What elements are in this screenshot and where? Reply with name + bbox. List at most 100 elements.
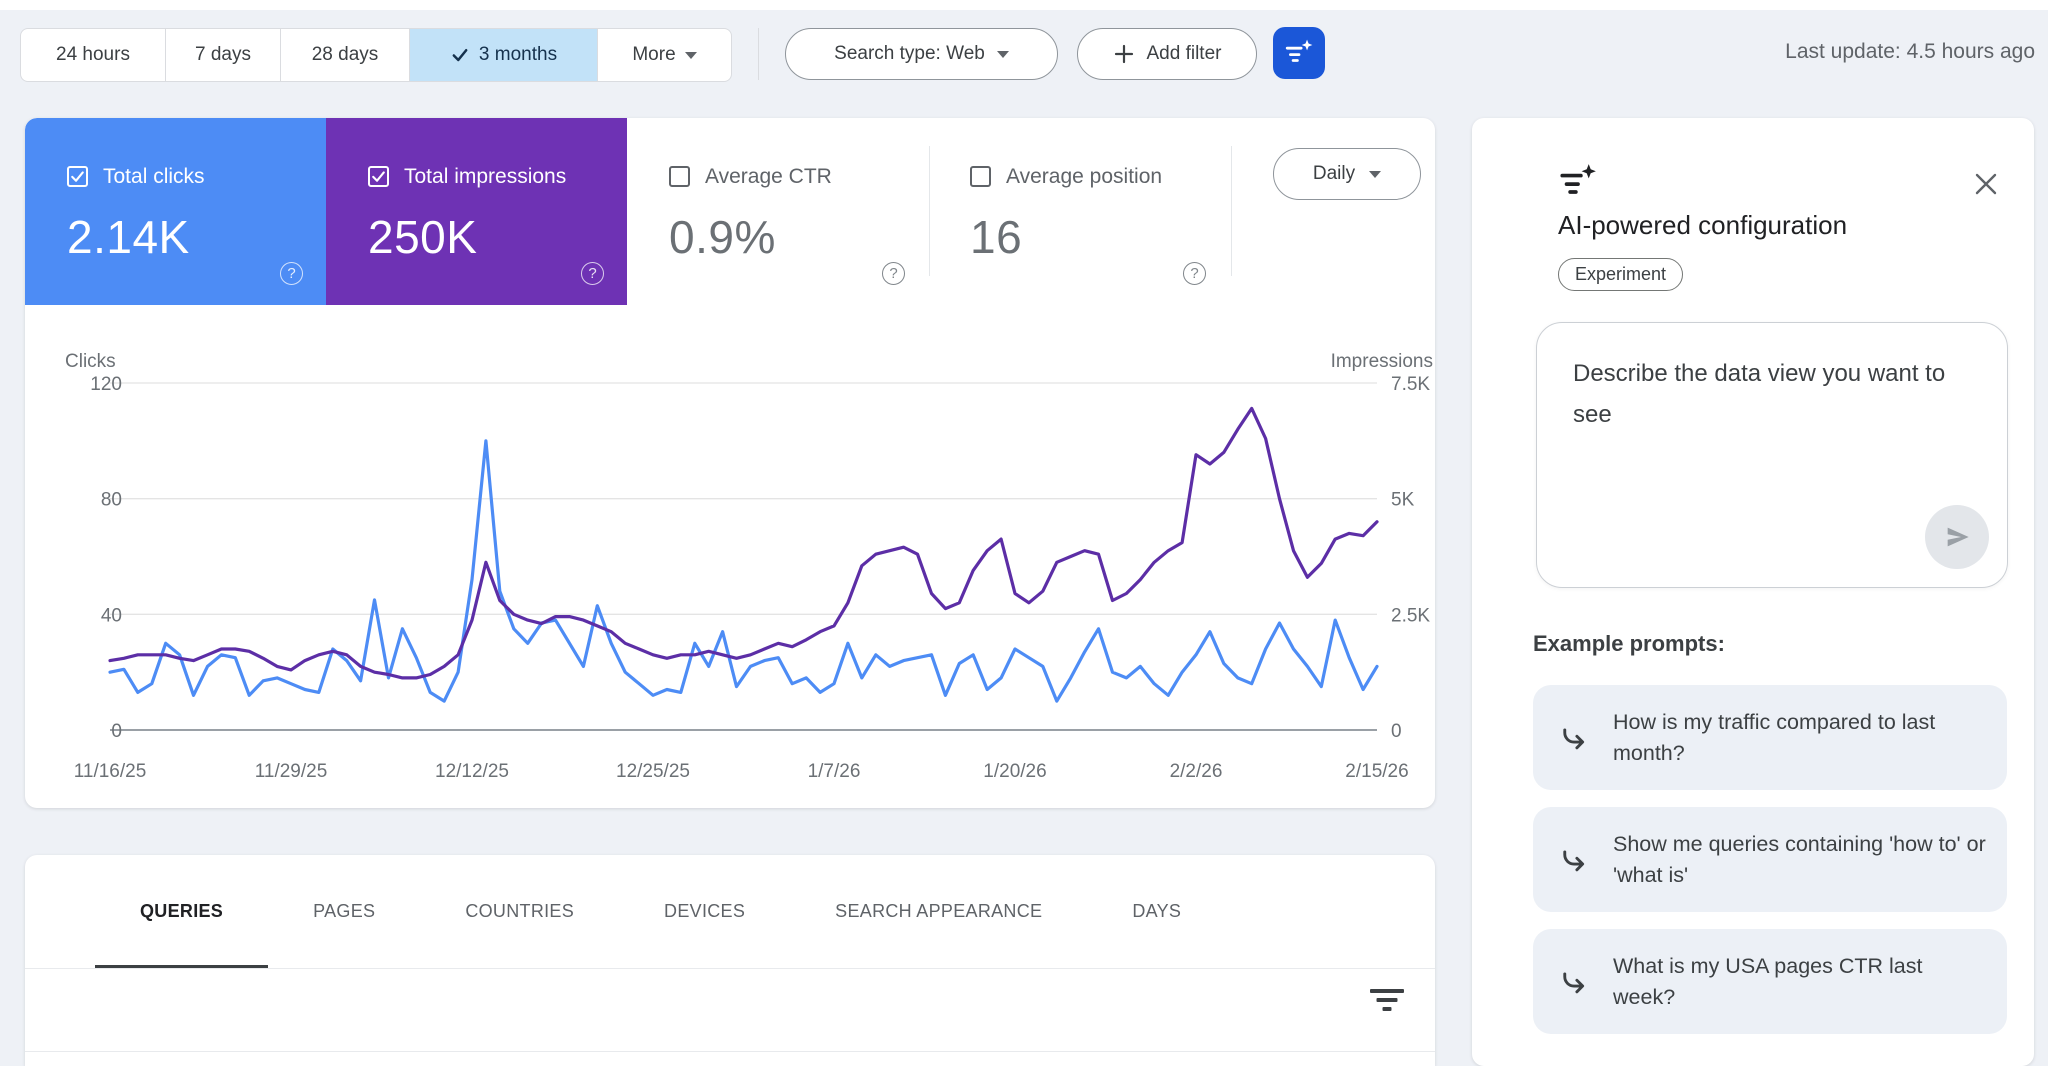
x-axis-label: 11/29/25 bbox=[255, 761, 328, 782]
tab-pages[interactable]: PAGES bbox=[268, 855, 420, 968]
x-axis-label: 12/12/25 bbox=[435, 761, 509, 782]
tab-label: COUNTRIES bbox=[465, 901, 574, 922]
tab-devices[interactable]: DEVICES bbox=[619, 855, 790, 968]
date-range-label: 3 months bbox=[479, 44, 557, 66]
left-axis-tick: 40 bbox=[101, 605, 122, 626]
tab-queries[interactable]: QUERIES bbox=[95, 855, 268, 968]
examples-label: Example prompts: bbox=[1533, 631, 1725, 657]
chevron-down-icon bbox=[997, 51, 1009, 58]
help-icon[interactable]: ? bbox=[1183, 262, 1206, 285]
metric-label: Total clicks bbox=[103, 165, 205, 189]
search-console-performance-page: 24 hours 7 days 28 days 3 months More Search… bbox=[0, 0, 2048, 1066]
experiment-badge: Experiment bbox=[1558, 258, 1683, 291]
date-range-label: 28 days bbox=[312, 44, 379, 66]
dimension-tabs: QUERIES PAGES COUNTRIES DEVICES SEARCH APPEA… bbox=[25, 855, 1435, 968]
checkbox-checked[interactable] bbox=[368, 166, 389, 187]
right-axis-tick: 2.5K bbox=[1391, 605, 1430, 626]
performance-card: Total clicks2.14K?Total impressions250K?… bbox=[25, 118, 1435, 808]
example-prompt-chip[interactable]: Show me queries containing 'how to' or '… bbox=[1533, 807, 2007, 912]
check-icon bbox=[69, 168, 86, 185]
checkbox-unchecked[interactable] bbox=[970, 166, 991, 187]
metric-label: Average position bbox=[1006, 165, 1162, 189]
tabs-divider bbox=[25, 968, 1435, 969]
metric-tile-average-position[interactable]: Average position16? bbox=[928, 118, 1229, 305]
metric-value: 2.14K bbox=[67, 210, 190, 264]
metric-tile-total-clicks[interactable]: Total clicks 2.14K? bbox=[25, 118, 326, 305]
prompt-arrow-icon bbox=[1559, 845, 1589, 875]
checkbox-checked[interactable] bbox=[67, 166, 88, 187]
date-range-7-days[interactable]: 7 days bbox=[166, 29, 281, 81]
prompt-arrow-icon bbox=[1559, 967, 1589, 997]
left-axis-tick: 80 bbox=[101, 490, 122, 511]
help-icon[interactable]: ? bbox=[280, 262, 303, 285]
send-icon bbox=[1943, 523, 1971, 551]
left-axis-tick: 0 bbox=[111, 721, 122, 742]
tile-divider bbox=[929, 146, 930, 276]
x-axis-label: 12/25/25 bbox=[616, 761, 690, 782]
prompt-input[interactable]: Describe the data view you want to see bbox=[1536, 322, 2008, 588]
checkbox-unchecked[interactable] bbox=[669, 166, 690, 187]
date-range-28-days[interactable]: 28 days bbox=[281, 29, 410, 81]
right-axis-tick: 5K bbox=[1391, 490, 1415, 511]
prompt-arrow-icon bbox=[1559, 845, 1589, 875]
right-axis-tick: 0 bbox=[1391, 721, 1402, 742]
add-filter-button[interactable]: Add filter bbox=[1077, 28, 1257, 80]
chevron-down-icon bbox=[1369, 171, 1381, 178]
ai-filter-button[interactable] bbox=[1273, 27, 1325, 79]
left-axis-title: Clicks bbox=[65, 351, 116, 372]
x-axis-label: 1/7/26 bbox=[808, 761, 861, 782]
right-axis-tick: 7.5K bbox=[1391, 374, 1430, 395]
date-range-label: 7 days bbox=[195, 44, 251, 66]
date-range-label: 24 hours bbox=[56, 44, 130, 66]
tab-countries[interactable]: COUNTRIES bbox=[420, 855, 619, 968]
tab-label: DEVICES bbox=[664, 901, 745, 922]
prompt-arrow-icon bbox=[1559, 723, 1589, 753]
prompt-arrow-icon bbox=[1559, 723, 1589, 753]
x-axis-label: 2/15/26 bbox=[1345, 761, 1408, 782]
right-axis-title: Impressions bbox=[1331, 351, 1433, 372]
metric-label: Total impressions bbox=[404, 165, 566, 189]
search-type-dropdown[interactable]: Search type: Web bbox=[785, 28, 1058, 80]
close-icon[interactable] bbox=[1970, 168, 2002, 200]
date-range-segmented-control: 24 hours 7 days 28 days 3 months More bbox=[20, 28, 732, 82]
check-icon bbox=[450, 45, 470, 65]
tile-divider bbox=[1231, 146, 1232, 276]
x-axis-label: 2/2/26 bbox=[1170, 761, 1223, 782]
send-button[interactable] bbox=[1925, 505, 1989, 569]
metric-value: 0.9% bbox=[669, 210, 776, 264]
metric-label: Average CTR bbox=[705, 165, 832, 189]
more-label: More bbox=[632, 44, 675, 66]
example-prompt-chip[interactable]: What is my USA pages CTR last week? bbox=[1533, 929, 2007, 1034]
help-icon[interactable]: ? bbox=[882, 262, 905, 285]
metric-tile-average-ctr[interactable]: Average CTR 0.9%? bbox=[627, 118, 928, 305]
prompt-text: Show me queries containing 'how to' or '… bbox=[1613, 829, 1987, 891]
x-axis-label: 1/20/26 bbox=[983, 761, 1046, 782]
last-update-status: Last update: 4.5 hours ago bbox=[1785, 40, 2035, 64]
prompt-input-placeholder: Describe the data view you want to see bbox=[1573, 353, 1973, 435]
metric-tile-total-impressions[interactable]: Total impressions250K? bbox=[326, 118, 627, 305]
prompt-arrow-icon bbox=[1559, 967, 1589, 997]
help-icon[interactable]: ? bbox=[581, 262, 604, 285]
add-filter-label: Add filter bbox=[1147, 43, 1222, 65]
tab-label: PAGES bbox=[313, 901, 375, 922]
top-strip bbox=[0, 0, 2048, 10]
tab-days[interactable]: DAYS bbox=[1087, 855, 1226, 968]
table-filter-icon[interactable] bbox=[1370, 989, 1404, 1015]
performance-chart: 0408012002.5K5K7.5KClicksImpressions11/1… bbox=[25, 320, 1435, 800]
chevron-down-icon bbox=[685, 52, 697, 59]
date-range-24-hours[interactable]: 24 hours bbox=[21, 29, 166, 81]
ai-sparkle-filter-icon bbox=[1558, 162, 1598, 202]
date-range-3-months[interactable]: 3 months bbox=[410, 29, 598, 81]
check-icon bbox=[370, 168, 387, 185]
dimensions-card: QUERIES PAGES COUNTRIES DEVICES SEARCH APPEA… bbox=[25, 855, 1435, 1066]
tab-search-appearance[interactable]: SEARCH APPEARANCE bbox=[790, 855, 1087, 968]
plus-icon bbox=[1113, 43, 1135, 65]
series-impressions bbox=[110, 408, 1377, 678]
granularity-dropdown[interactable]: Daily bbox=[1273, 148, 1421, 200]
more-ranges-dropdown[interactable]: More bbox=[598, 29, 731, 81]
table-header-divider bbox=[25, 1051, 1435, 1052]
tab-label: SEARCH APPEARANCE bbox=[835, 901, 1042, 922]
example-prompt-chip[interactable]: How is my traffic compared to last month… bbox=[1533, 685, 2007, 790]
search-type-label: Search type: Web bbox=[834, 43, 985, 65]
granularity-label: Daily bbox=[1313, 163, 1355, 185]
